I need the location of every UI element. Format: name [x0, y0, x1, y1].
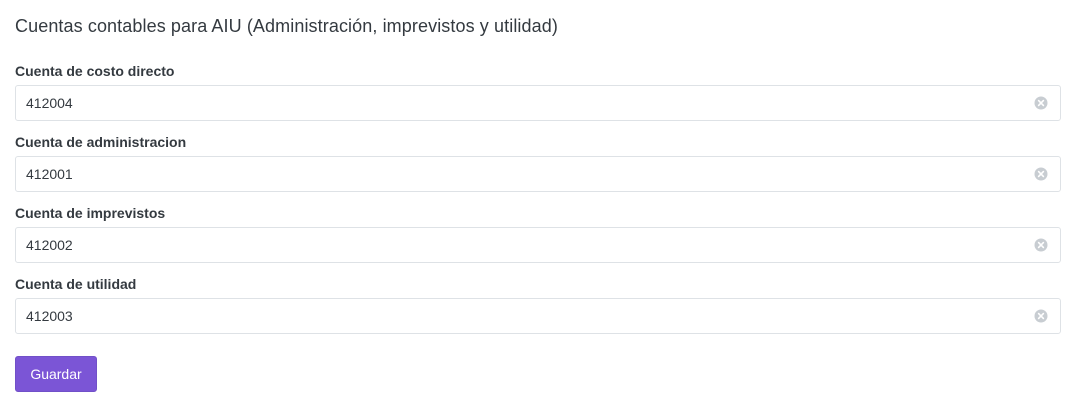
select-value-imprevistos: 412002: [26, 237, 73, 253]
page-title: Cuentas contables para AIU (Administraci…: [15, 16, 558, 36]
select-value-utilidad: 412003: [26, 308, 73, 324]
select-value-administracion: 412001: [26, 166, 73, 182]
save-button[interactable]: Guardar: [15, 356, 97, 392]
field-group-costo-directo: Cuenta de costo directo 412004: [15, 63, 1061, 121]
select-imprevistos[interactable]: 412002: [15, 227, 1061, 263]
select-utilidad[interactable]: 412003: [15, 298, 1061, 334]
clear-icon[interactable]: [1034, 96, 1048, 110]
field-label-costo-directo: Cuenta de costo directo: [15, 63, 175, 79]
field-group-imprevistos: Cuenta de imprevistos 412002: [15, 205, 1061, 263]
field-label-imprevistos: Cuenta de imprevistos: [15, 205, 166, 221]
select-costo-directo[interactable]: 412004: [15, 85, 1061, 121]
field-group-administracion: Cuenta de administracion 412001: [15, 134, 1061, 192]
select-value-costo-directo: 412004: [26, 95, 73, 111]
clear-icon[interactable]: [1034, 167, 1048, 181]
select-administracion[interactable]: 412001: [15, 156, 1061, 192]
clear-icon[interactable]: [1034, 309, 1048, 323]
field-label-administracion: Cuenta de administracion: [15, 134, 187, 150]
aiu-accounts-form: Cuentas contables para AIU (Administraci…: [0, 0, 1079, 406]
field-label-utilidad: Cuenta de utilidad: [15, 276, 137, 292]
clear-icon[interactable]: [1034, 238, 1048, 252]
field-group-utilidad: Cuenta de utilidad 412003: [15, 276, 1061, 334]
